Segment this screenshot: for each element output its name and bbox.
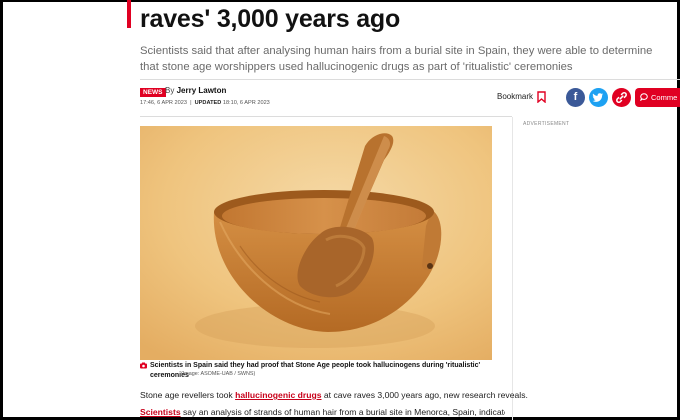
article-hero-image[interactable] bbox=[140, 126, 492, 360]
byline-prefix: By bbox=[165, 86, 175, 95]
timestamps: 17:46, 6 APR 2023 | UPDATED 18:10, 6 APR… bbox=[140, 100, 270, 106]
comment-icon bbox=[640, 93, 648, 101]
body-paragraph: Scientists say an analysis of strands of… bbox=[140, 407, 505, 418]
facebook-icon: f bbox=[573, 91, 578, 103]
article-standfirst: Scientists said that after analysing hum… bbox=[140, 45, 653, 73]
stone-bowl-photo bbox=[140, 126, 492, 360]
bookmark-icon[interactable] bbox=[537, 91, 546, 103]
headline-accent-bar bbox=[127, 0, 131, 28]
byline: By Jerry Lawton bbox=[165, 86, 226, 95]
window-frame-left bbox=[0, 0, 3, 420]
updated-label: UPDATED bbox=[194, 100, 222, 106]
image-credit: (Image: ASOME-UAB / SWNS) bbox=[181, 371, 256, 377]
inline-link[interactable]: hallucinogenic drugs bbox=[235, 390, 321, 400]
divider bbox=[140, 116, 512, 117]
paragraph-text: at cave raves 3,000 years ago, new resea… bbox=[321, 390, 528, 400]
comments-button[interactable]: Comme bbox=[635, 88, 680, 107]
sidebar-ad-column bbox=[512, 117, 680, 420]
article-headline: raves' 3,000 years ago bbox=[140, 5, 401, 33]
copy-link-button[interactable] bbox=[612, 88, 631, 107]
camera-icon bbox=[140, 362, 147, 369]
facebook-share-button[interactable]: f bbox=[566, 88, 585, 107]
updated-time: 18:10, 6 APR 2023 bbox=[222, 100, 270, 106]
paragraph-text: Stone age revellers took bbox=[140, 390, 236, 400]
body-paragraph: Stone age revellers took hallucinogenic … bbox=[140, 390, 528, 401]
divider bbox=[140, 79, 680, 80]
author-link[interactable]: Jerry Lawton bbox=[177, 86, 227, 95]
published-time: 17:46, 6 APR 2023 bbox=[140, 100, 187, 106]
link-icon bbox=[616, 92, 627, 103]
advertisement-label: ADVERTISEMENT bbox=[523, 121, 570, 127]
paragraph-text: say an analysis of strands of human hair… bbox=[180, 407, 505, 417]
comments-label: Comme bbox=[651, 93, 678, 102]
twitter-share-button[interactable] bbox=[589, 88, 608, 107]
bookmark-label[interactable]: Bookmark bbox=[497, 92, 533, 101]
inline-link[interactable]: Scientists bbox=[140, 407, 181, 417]
window-frame-top bbox=[0, 0, 680, 2]
twitter-icon bbox=[592, 93, 603, 102]
section-badge[interactable]: NEWS bbox=[140, 88, 166, 97]
